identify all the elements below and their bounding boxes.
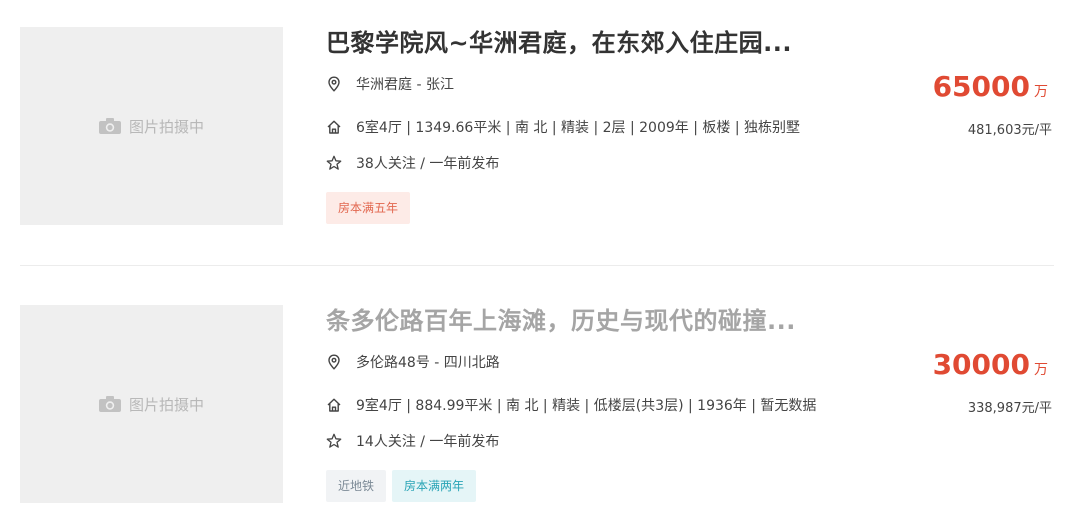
tag-list: 房本满五年	[326, 192, 411, 224]
price-value: 65000	[932, 70, 1030, 103]
tag: 房本满两年	[392, 470, 477, 502]
location-pin-icon	[328, 354, 340, 370]
listing-photo-placeholder[interactable]: 图片拍摄中	[20, 27, 283, 225]
price-value: 30000	[932, 348, 1030, 381]
unit-price: 338,987元/平	[967, 401, 1052, 416]
camera-icon	[98, 118, 121, 134]
listing-list: 图片拍摄中 巴黎学院风~华洲君庭，在东郊入住庄园... 华洲君庭 - 张江 6室…	[0, 0, 1080, 520]
location-text[interactable]: 华洲君庭 - 张江	[356, 74, 454, 94]
listing-info: 9室4厅 | 884.99平米 | 南 北 | 精装 | 低楼层(共3层) | …	[326, 395, 816, 415]
listing-title[interactable]: 巴黎学院风~华洲君庭，在东郊入住庄园...	[326, 27, 792, 59]
star-icon	[326, 155, 342, 170]
location-text[interactable]: 多伦路48号 - 四川北路	[356, 352, 500, 372]
house-icon	[327, 398, 341, 412]
follow-text: 14人关注 / 一年前发布	[356, 434, 500, 450]
house-info-text: 9室4厅 | 884.99平米 | 南 北 | 精装 | 低楼层(共3层) | …	[356, 398, 817, 414]
house-icon	[327, 120, 341, 134]
listing-location: 多伦路48号 - 四川北路	[326, 352, 500, 372]
photo-status-text: 图片拍摄中	[128, 117, 204, 136]
listing-photo-placeholder[interactable]: 图片拍摄中	[20, 305, 283, 503]
listing-card[interactable]: 图片拍摄中 巴黎学院风~华洲君庭，在东郊入住庄园... 华洲君庭 - 张江 6室…	[0, 27, 1080, 227]
photo-status-text: 图片拍摄中	[128, 395, 204, 414]
tag: 近地铁	[326, 470, 387, 502]
listing-title[interactable]: 条多伦路百年上海滩，历史与现代的碰撞...	[326, 305, 796, 337]
listing-follow: 38人关注 / 一年前发布	[326, 153, 499, 173]
star-icon	[326, 433, 342, 448]
unit-price: 481,603元/平	[967, 123, 1052, 138]
tag-list: 近地铁 房本满两年	[326, 470, 477, 502]
tag: 房本满五年	[326, 192, 411, 224]
listing-info: 6室4厅 | 1349.66平米 | 南 北 | 精装 | 2层 | 2009年…	[326, 117, 800, 137]
location-pin-icon	[328, 76, 340, 92]
follow-text: 38人关注 / 一年前发布	[356, 156, 500, 172]
listing-location: 华洲君庭 - 张江	[326, 74, 454, 94]
listing-card[interactable]: 图片拍摄中 条多伦路百年上海滩，历史与现代的碰撞... 多伦路48号 - 四川北…	[0, 305, 1080, 505]
house-info-text: 6室4厅 | 1349.66平米 | 南 北 | 精装 | 2层 | 2009年…	[356, 120, 801, 136]
listing-follow: 14人关注 / 一年前发布	[326, 431, 499, 451]
price-unit: 万	[1034, 84, 1048, 100]
camera-icon	[98, 396, 121, 412]
total-price: 65000 万	[933, 70, 1048, 103]
divider	[20, 265, 1054, 266]
price-unit: 万	[1034, 362, 1048, 378]
total-price: 30000 万	[933, 348, 1048, 381]
